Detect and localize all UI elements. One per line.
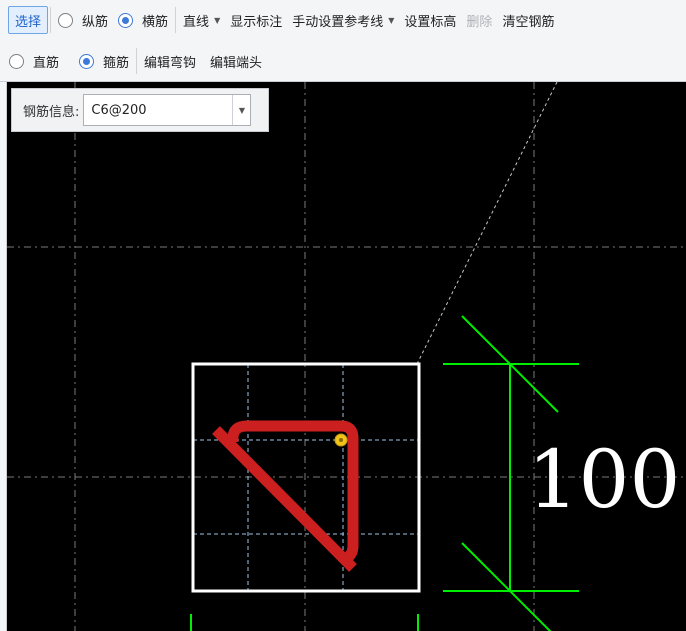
radio-stirrup-label: 箍筋 xyxy=(103,55,130,71)
edit-end-button[interactable]: 编辑端头 xyxy=(205,47,267,75)
radio-transverse-label: 横筋 xyxy=(142,14,169,30)
snap-point-icon[interactable] xyxy=(334,433,348,447)
rebar-info-combobox[interactable]: C6@200 ▼ xyxy=(83,94,252,126)
toolbar-separator xyxy=(136,48,138,74)
clear-rebar-button[interactable]: 清空钢筋 xyxy=(497,6,559,34)
radio-straight[interactable]: 直筋 xyxy=(0,47,64,75)
rebar-info-value[interactable]: C6@200 xyxy=(84,103,146,118)
snap-point-center xyxy=(339,438,343,442)
chevron-down-icon: ▼ xyxy=(214,15,221,25)
toolbar-separator xyxy=(175,7,177,33)
toolbar-separator xyxy=(50,7,52,33)
manual-reference-line-dropdown[interactable]: 手动设置参考线 ▼ xyxy=(287,6,399,34)
select-button[interactable]: 选择 xyxy=(8,6,49,34)
drawing-canvas[interactable]: 100 xyxy=(7,82,686,631)
radio-transverse[interactable]: 横筋 xyxy=(113,6,173,34)
rebar-info-panel: 钢筋信息: C6@200 ▼ xyxy=(11,88,269,132)
toolbar-row-1: 选择 纵筋 横筋 直线 ▼ 显示标注 手动设置参考线 ▼ 设置标高 删除 清空钢… xyxy=(0,0,686,40)
chevron-down-icon[interactable]: ▼ xyxy=(232,95,251,125)
manual-reference-line-label: 手动设置参考线 xyxy=(292,14,384,30)
radio-longitudinal[interactable]: 纵筋 xyxy=(53,6,113,34)
show-annotation-button[interactable]: 显示标注 xyxy=(225,6,287,34)
radio-stirrup[interactable]: 箍筋 xyxy=(74,47,134,75)
radio-longitudinal-circle[interactable] xyxy=(58,12,74,28)
left-panel-edge xyxy=(0,82,7,631)
chevron-down-icon: ▼ xyxy=(388,15,395,25)
radio-longitudinal-label: 纵筋 xyxy=(82,14,109,30)
radio-stirrup-circle[interactable] xyxy=(79,53,95,69)
drawing-svg[interactable]: 100 xyxy=(7,82,686,631)
radio-straight-label: 直筋 xyxy=(33,55,60,71)
straight-line-dropdown[interactable]: 直线 ▼ xyxy=(178,6,225,34)
radio-transverse-circle[interactable] xyxy=(118,12,134,28)
radio-straight-circle[interactable] xyxy=(9,53,24,69)
straight-line-label: 直线 xyxy=(183,14,210,30)
dimension-text[interactable]: 100 xyxy=(528,433,681,526)
toolbar: 选择 纵筋 横筋 直线 ▼ 显示标注 手动设置参考线 ▼ 设置标高 删除 清空钢… xyxy=(0,0,686,82)
rebar-info-label: 钢筋信息: xyxy=(23,104,80,120)
edit-hook-button[interactable]: 编辑弯钩 xyxy=(139,47,201,75)
toolbar-row-2: 直筋 箍筋 编辑弯钩 编辑端头 xyxy=(0,41,686,81)
delete-button[interactable]: 删除 xyxy=(461,6,497,34)
canvas-background xyxy=(7,82,686,631)
set-elevation-button[interactable]: 设置标高 xyxy=(399,6,461,34)
